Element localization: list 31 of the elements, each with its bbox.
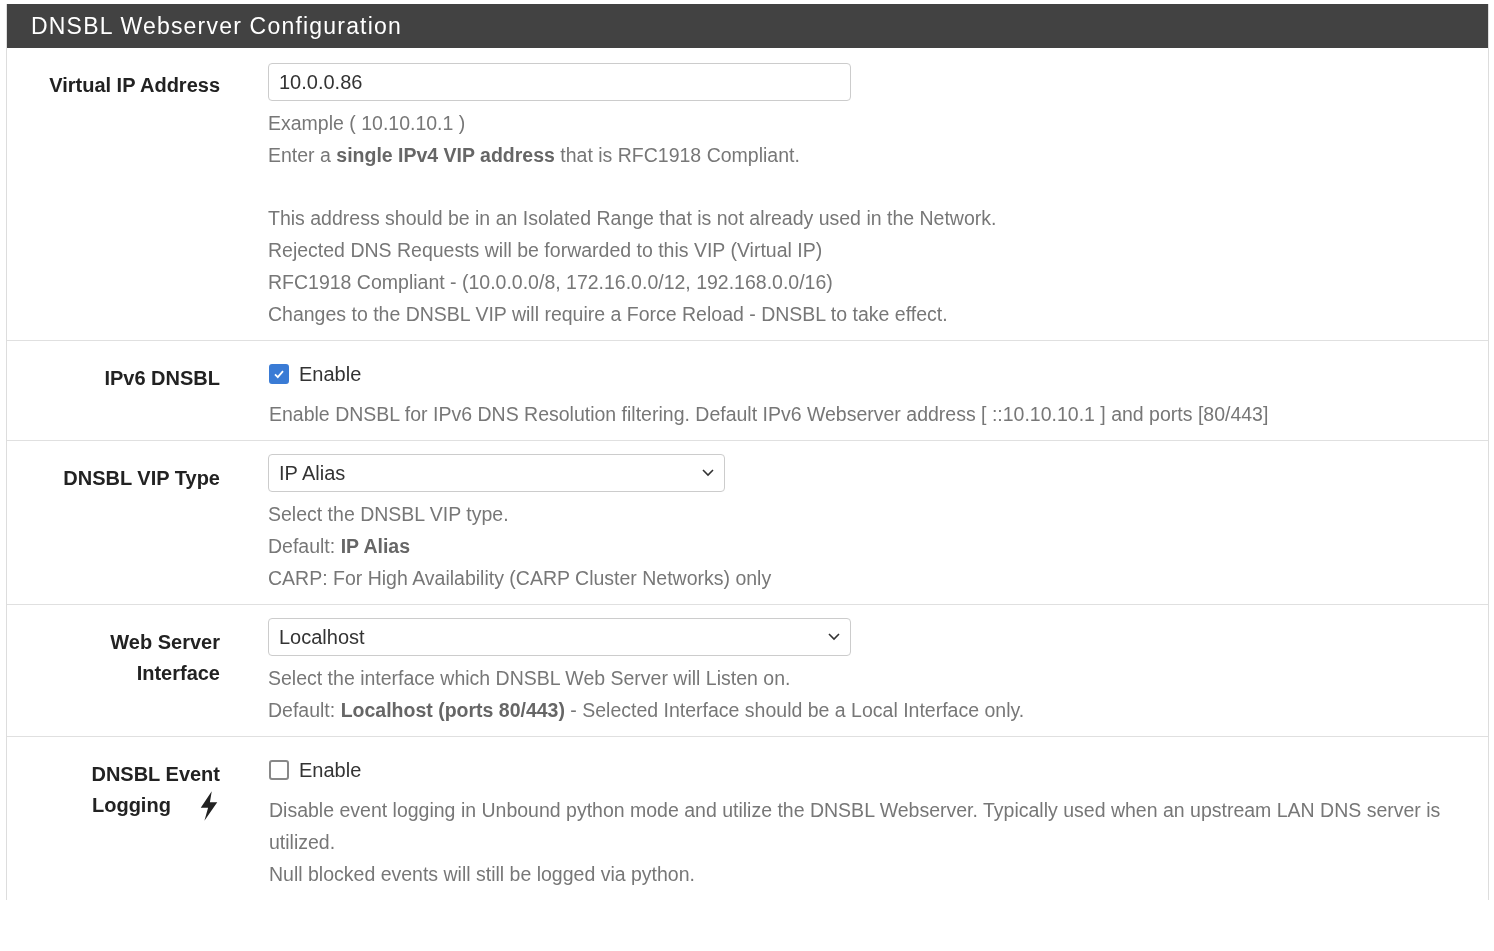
chevron-down-icon: [828, 633, 840, 641]
help-text: Disable event logging in Unbound python mode and utilize the DNSBL Webserver. Typically used when an upstream LAN DNS server is utilized.: [269, 798, 1442, 855]
enable-checkbox[interactable]: [269, 760, 289, 780]
field-label: IPv6 DNSBL: [104, 366, 220, 391]
field-label: Virtual IP Address: [49, 73, 220, 98]
field-label: Interface: [136, 661, 220, 686]
help-text: Rejected DNS Requests will be forwarded to this VIP (Virtual IP): [268, 238, 824, 263]
help-text: Select the DNSBL VIP type.: [268, 502, 510, 527]
help-text: This address should be in an Isolated Range that is not already used in the Network.: [268, 206, 998, 231]
field-label: DNSBL Event: [91, 762, 220, 787]
ip-address-field[interactable]: 10.0.0.86: [268, 63, 851, 101]
help-text: Default: Localhost (ports 80/443) - Selected Interface should be a Local Interface only.: [268, 698, 1026, 723]
help-text: Changes to the DNSBL VIP will require a Force Reload - DNSBL to take effect.: [268, 302, 949, 327]
checkbox-label[interactable]: Enable: [299, 362, 362, 386]
dropdown[interactable]: Localhost: [268, 618, 851, 656]
checkbox-label[interactable]: Enable: [299, 758, 362, 782]
help-text: Default: IP Alias: [268, 534, 411, 559]
field-label: Web Server: [110, 630, 220, 655]
dropdown[interactable]: IP Alias: [268, 454, 725, 492]
help-text: Example ( 10.10.10.1 ): [268, 111, 467, 136]
help-text: Enable DNSBL for IPv6 DNS Resolution filtering. Default IPv6 Webserver address [ ::10.10.10.1 ] and ports [80/443]: [269, 402, 1270, 427]
enable-checkbox[interactable]: [269, 364, 289, 384]
field-label: DNSBL VIP Type: [63, 466, 220, 491]
field-label: Logging: [92, 793, 171, 818]
help-text: Null blocked events will still be logged via python.: [269, 862, 696, 887]
help-text: Enter a single IPv4 VIP address that is RFC1918 Compliant.: [268, 143, 801, 168]
panel-title: DNSBL Webserver Configuration: [31, 12, 402, 40]
chevron-down-icon: [702, 469, 714, 477]
help-text: RFC1918 Compliant - (10.0.0.0/8, 172.16.0.0/12, 192.168.0.0/16): [268, 270, 834, 295]
help-text: Select the interface which DNSBL Web Server will Listen on.: [268, 666, 792, 691]
help-text: CARP: For High Availability (CARP Cluster Networks) only: [268, 566, 773, 591]
